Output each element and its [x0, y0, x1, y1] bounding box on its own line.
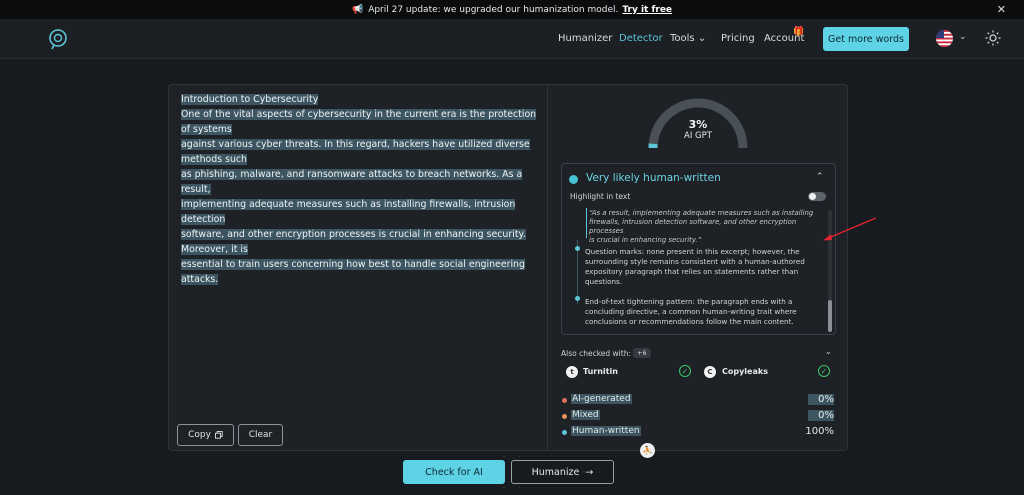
us-flag-icon[interactable]	[936, 30, 953, 47]
bullet-icon	[575, 296, 580, 301]
mixed-label: Mixed	[571, 410, 600, 420]
get-more-words-button[interactable]: Get more words	[823, 27, 909, 51]
megaphone-icon: 📢	[351, 4, 364, 15]
humanize-button[interactable]: Humanize →	[511, 460, 614, 484]
copy-button[interactable]: Copy	[177, 424, 234, 446]
essay-line: implementing adequate measures such as i…	[181, 199, 516, 225]
gift-icon[interactable]: 🎁	[793, 27, 804, 37]
evidence-point-end-of-text: End-of-text tightening pattern: the para…	[585, 297, 807, 327]
result-scrollbar-thumb[interactable]	[828, 300, 832, 332]
point-line: Question marks: none present in this exc…	[585, 247, 800, 256]
highlight-toggle[interactable]	[808, 192, 826, 201]
essay-title: Introduction to Cybersecurity	[181, 94, 319, 105]
chevron-down-icon: ⌄	[697, 33, 707, 44]
essay-line: against various cyber threats. In this r…	[181, 139, 530, 165]
ai-generated-label: AI-generated	[571, 394, 632, 404]
point-line: concluding directive, a common human-wri…	[585, 307, 797, 316]
panel-divider	[547, 84, 548, 451]
essay-line: One of the vital aspects of cybersecurit…	[181, 109, 537, 135]
essay-line: software, and other encryption processes…	[181, 229, 526, 255]
human-written-dot-icon	[562, 430, 567, 435]
essay-line: as phishing, malware, and ransomware att…	[181, 169, 523, 195]
copy-label: Copy	[188, 430, 211, 440]
extra-checkers-badge[interactable]: +6	[633, 348, 651, 358]
nav-detector[interactable]: Detector	[619, 33, 663, 44]
nav-tools-label: Tools	[670, 33, 695, 44]
nav-tools[interactable]: Tools ⌄	[670, 33, 706, 44]
evidence-quote: “As a result, implementing adequate meas…	[589, 209, 817, 245]
copyleaks-logo-icon: C	[704, 366, 716, 378]
close-icon[interactable]: ✕	[997, 3, 1006, 16]
point-line: surrounding style remains consistent wit…	[585, 257, 805, 266]
mixed-dot-icon	[562, 414, 567, 419]
highlight-label: Highlight in text	[570, 192, 631, 201]
banner-text: April 27 update: we upgraded our humaniz…	[368, 4, 619, 15]
verdict-dot-icon	[569, 175, 578, 184]
humanize-label: Humanize	[531, 466, 580, 478]
point-line: End-of-text tightening pattern: the para…	[585, 297, 793, 306]
point-line: conclusions or recommendations follow th…	[585, 317, 794, 326]
copyleaks-check-icon: ✓	[818, 365, 830, 377]
accessibility-icon[interactable]: ⛹	[640, 443, 655, 458]
evidence-point-question-marks: Question marks: none present in this exc…	[585, 247, 807, 287]
quote-bar	[586, 208, 587, 238]
gauge-label: AI GPT	[684, 131, 712, 141]
point-line: questions.	[585, 277, 623, 286]
theme-sun-icon[interactable]	[985, 30, 1001, 46]
turnitin-check-icon: ✓	[679, 365, 691, 377]
arrow-right-icon: →	[585, 466, 594, 478]
chevron-down-icon[interactable]: ⌄	[825, 347, 832, 356]
clear-button[interactable]: Clear	[238, 424, 283, 446]
announcement-banner: 📢 April 27 update: we upgraded our human…	[0, 0, 1024, 19]
logo-icon[interactable]	[46, 27, 70, 51]
human-written-label: Human-written	[571, 426, 641, 436]
ai-generated-dot-icon	[562, 398, 567, 403]
top-nav: Humanizer Detector Tools ⌄ Pricing Accou…	[0, 19, 1024, 59]
try-it-free-link[interactable]: Try it free	[622, 5, 672, 15]
turnitin-name: Turnitin	[583, 367, 618, 376]
quote-line: “As a result, implementing adequate meas…	[589, 209, 814, 217]
copyleaks-name: Copyleaks	[722, 367, 768, 376]
language-chevron-icon[interactable]: ⌄	[959, 32, 967, 42]
check-for-ai-button[interactable]: Check for AI	[403, 460, 505, 484]
quote-line: firewalls, intrusion detection software,…	[589, 218, 797, 235]
copy-icon	[214, 431, 223, 439]
bullet-icon	[575, 246, 580, 251]
quote-line: is crucial in enhancing security.”	[589, 236, 702, 244]
ai-generated-value: 0%	[808, 394, 834, 405]
nav-pricing[interactable]: Pricing	[721, 33, 755, 44]
point-line: expository paragraph that relies on stat…	[585, 267, 799, 276]
also-checked-label: Also checked with:	[561, 349, 631, 358]
nav-humanizer[interactable]: Humanizer	[558, 33, 612, 44]
human-written-value: 100%	[805, 426, 834, 437]
turnitin-logo-icon: t	[566, 366, 578, 378]
verdict-title[interactable]: Very likely human-written	[586, 172, 721, 184]
red-annotation-arrow-icon	[823, 217, 877, 241]
mixed-value: 0%	[808, 410, 834, 421]
text-editor[interactable]: Introduction to Cybersecurity One of the…	[181, 92, 543, 287]
essay-line: essential to train users concerning how …	[181, 259, 525, 285]
chevron-up-icon[interactable]: ⌃	[816, 172, 824, 182]
ai-percent: 3%	[688, 118, 708, 131]
